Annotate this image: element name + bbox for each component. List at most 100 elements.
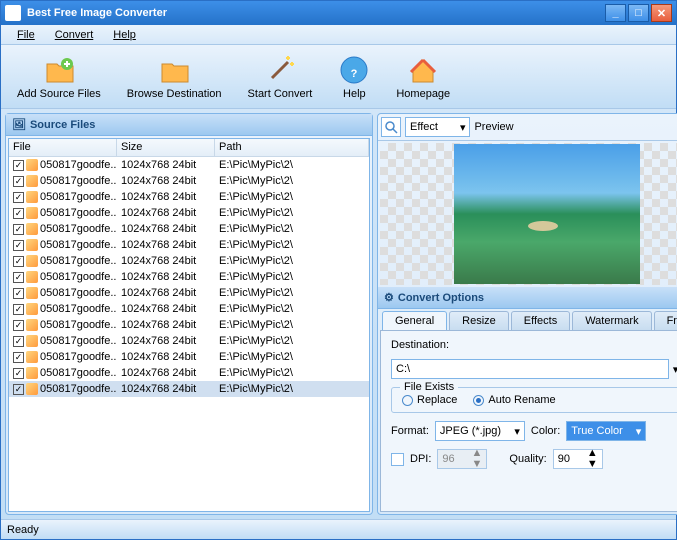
dropdown-icon: ▾ — [460, 121, 466, 134]
app-window: Best Free Image Converter _ □ ✕ File Con… — [0, 0, 677, 540]
table-row[interactable]: ✓050817goodfe...1024x768 24bitE:\Pic\MyP… — [9, 237, 369, 253]
close-button[interactable]: ✕ — [651, 4, 672, 22]
col-size[interactable]: Size — [117, 139, 215, 156]
file-icon — [26, 367, 38, 379]
row-checkbox[interactable]: ✓ — [13, 272, 24, 283]
row-checkbox[interactable]: ✓ — [13, 160, 24, 171]
table-row[interactable]: ✓050817goodfe...1024x768 24bitE:\Pic\MyP… — [9, 333, 369, 349]
file-icon — [26, 383, 38, 395]
table-row[interactable]: ✓050817goodfe...1024x768 24bitE:\Pic\MyP… — [9, 157, 369, 173]
file-icon — [26, 191, 38, 203]
table-row[interactable]: ✓050817goodfe...1024x768 24bitE:\Pic\MyP… — [9, 205, 369, 221]
preview-toolbar: Effect ▾ Preview — [378, 114, 677, 141]
table-row[interactable]: ✓050817goodfe...1024x768 24bitE:\Pic\MyP… — [9, 285, 369, 301]
replace-radio[interactable]: Replace — [402, 394, 457, 406]
quality-label: Quality: — [509, 453, 546, 465]
folder-plus-icon — [43, 54, 75, 86]
add-source-button[interactable]: Add Source Files — [13, 52, 105, 102]
maximize-button[interactable]: □ — [628, 4, 649, 22]
color-select[interactable]: True Color▾ — [566, 421, 646, 441]
row-checkbox[interactable]: ✓ — [13, 192, 24, 203]
file-icon — [26, 287, 38, 299]
statusbar: Ready — [1, 519, 676, 539]
dpi-label: DPI: — [410, 453, 431, 465]
zoom-button[interactable] — [381, 117, 401, 137]
menu-help[interactable]: Help — [103, 27, 146, 43]
table-row[interactable]: ✓050817goodfe...1024x768 24bitE:\Pic\MyP… — [9, 301, 369, 317]
homepage-button[interactable]: Homepage — [392, 52, 454, 102]
file-exists-group: File Exists Replace Auto Rename — [391, 387, 677, 413]
row-checkbox[interactable]: ✓ — [13, 352, 24, 363]
file-icon — [26, 175, 38, 187]
row-checkbox[interactable]: ✓ — [13, 208, 24, 219]
file-icon — [26, 255, 38, 267]
status-text: Ready — [7, 524, 39, 536]
app-icon — [5, 5, 21, 21]
svg-text:?: ? — [351, 68, 358, 80]
home-icon — [407, 54, 439, 86]
table-row[interactable]: ✓050817goodfe...1024x768 24bitE:\Pic\MyP… — [9, 365, 369, 381]
format-select[interactable]: JPEG (*.jpg)▾ — [435, 421, 525, 441]
file-icon — [26, 351, 38, 363]
minimize-button[interactable]: _ — [605, 4, 626, 22]
table-row[interactable]: ✓050817goodfe...1024x768 24bitE:\Pic\MyP… — [9, 221, 369, 237]
preview-label: Preview — [474, 121, 513, 133]
options-body: General Resize Effects Watermark Frame D… — [380, 311, 677, 512]
toolbar: Add Source Files Browse Destination Star… — [1, 45, 676, 109]
app-title: Best Free Image Converter — [27, 7, 167, 19]
tab-watermark[interactable]: Watermark — [572, 311, 651, 330]
row-checkbox[interactable]: ✓ — [13, 320, 24, 331]
table-row[interactable]: ✓050817goodfe...1024x768 24bitE:\Pic\MyP… — [9, 173, 369, 189]
table-row[interactable]: ✓050817goodfe...1024x768 24bitE:\Pic\MyP… — [9, 189, 369, 205]
browse-destination-button[interactable]: Browse Destination — [123, 52, 226, 102]
options-header: ⚙ Convert Options ▽ — [378, 287, 677, 309]
table-row[interactable]: ✓050817goodfe...1024x768 24bitE:\Pic\MyP… — [9, 381, 369, 397]
format-label: Format: — [391, 425, 429, 437]
help-icon: ? — [338, 54, 370, 86]
folder-icon — [158, 54, 190, 86]
file-icon — [26, 159, 38, 171]
titlebar[interactable]: Best Free Image Converter _ □ ✕ — [1, 1, 676, 25]
menu-file[interactable]: File — [7, 27, 45, 43]
table-row[interactable]: ✓050817goodfe...1024x768 24bitE:\Pic\MyP… — [9, 349, 369, 365]
effect-select[interactable]: Effect ▾ — [405, 117, 470, 137]
column-headers: File Size Path — [9, 139, 369, 157]
row-checkbox[interactable]: ✓ — [13, 288, 24, 299]
tab-general[interactable]: General — [382, 311, 447, 330]
row-checkbox[interactable]: ✓ — [13, 384, 24, 395]
destination-input[interactable] — [391, 359, 669, 379]
tabs: General Resize Effects Watermark Frame — [380, 311, 677, 330]
destination-label: Destination: — [391, 339, 677, 351]
right-panel: Effect ▾ Preview ⚙ Convert Options ▽ Gen… — [377, 113, 677, 515]
col-path[interactable]: Path — [215, 139, 369, 156]
table-row[interactable]: ✓050817goodfe...1024x768 24bitE:\Pic\MyP… — [9, 253, 369, 269]
file-icon — [26, 303, 38, 315]
dpi-spinner[interactable]: 96▲▼ — [437, 449, 487, 469]
row-checkbox[interactable]: ✓ — [13, 336, 24, 347]
auto-rename-radio[interactable]: Auto Rename — [473, 394, 555, 406]
table-row[interactable]: ✓050817goodfe...1024x768 24bitE:\Pic\MyP… — [9, 269, 369, 285]
file-icon — [26, 207, 38, 219]
col-file[interactable]: File — [9, 139, 117, 156]
row-checkbox[interactable]: ✓ — [13, 176, 24, 187]
source-files-panel: 🖼 Source Files File Size Path ✓050817goo… — [5, 113, 373, 515]
tab-frame[interactable]: Frame — [654, 311, 677, 330]
file-icon — [26, 335, 38, 347]
row-checkbox[interactable]: ✓ — [13, 304, 24, 315]
menu-convert[interactable]: Convert — [45, 27, 104, 43]
tab-effects[interactable]: Effects — [511, 311, 570, 330]
dropdown-icon[interactable]: ▾ — [673, 363, 677, 376]
start-convert-button[interactable]: Start Convert — [244, 52, 317, 102]
row-checkbox[interactable]: ✓ — [13, 240, 24, 251]
file-icon — [26, 271, 38, 283]
table-row[interactable]: ✓050817goodfe...1024x768 24bitE:\Pic\MyP… — [9, 317, 369, 333]
row-checkbox[interactable]: ✓ — [13, 256, 24, 267]
file-list[interactable]: File Size Path ✓050817goodfe...1024x768 … — [8, 138, 370, 512]
row-checkbox[interactable]: ✓ — [13, 368, 24, 379]
image-icon: 🖼 — [12, 118, 26, 131]
row-checkbox[interactable]: ✓ — [13, 224, 24, 235]
tab-resize[interactable]: Resize — [449, 311, 509, 330]
dpi-checkbox[interactable] — [391, 453, 404, 466]
help-button[interactable]: ? Help — [334, 52, 374, 102]
quality-spinner[interactable]: 90▲▼ — [553, 449, 603, 469]
